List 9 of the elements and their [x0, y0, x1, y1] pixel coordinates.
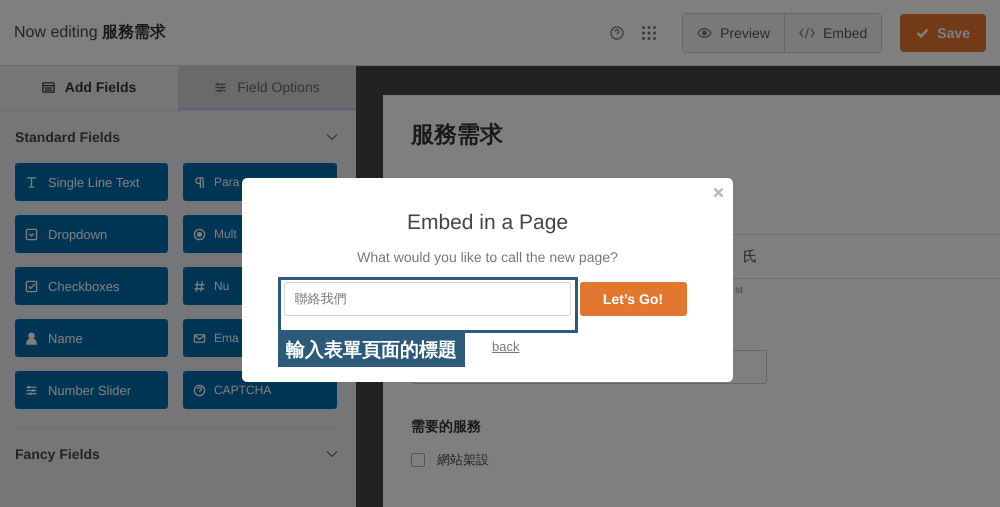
field-label: 需要的服務 — [411, 418, 482, 436]
dialog-title: Embed in a Page — [406, 211, 568, 235]
checkbox-label: 網站架設 — [437, 451, 489, 469]
section-title: Fancy Fields — [15, 446, 100, 462]
annotation-label: 輸入表單頁面的標題 — [278, 333, 465, 367]
field-hint: st — [735, 285, 744, 296]
editor-title: Now editing 服務需求 — [14, 22, 166, 43]
form-title: 服務需求 — [411, 120, 504, 149]
section-title: Standard Fields — [15, 129, 120, 145]
